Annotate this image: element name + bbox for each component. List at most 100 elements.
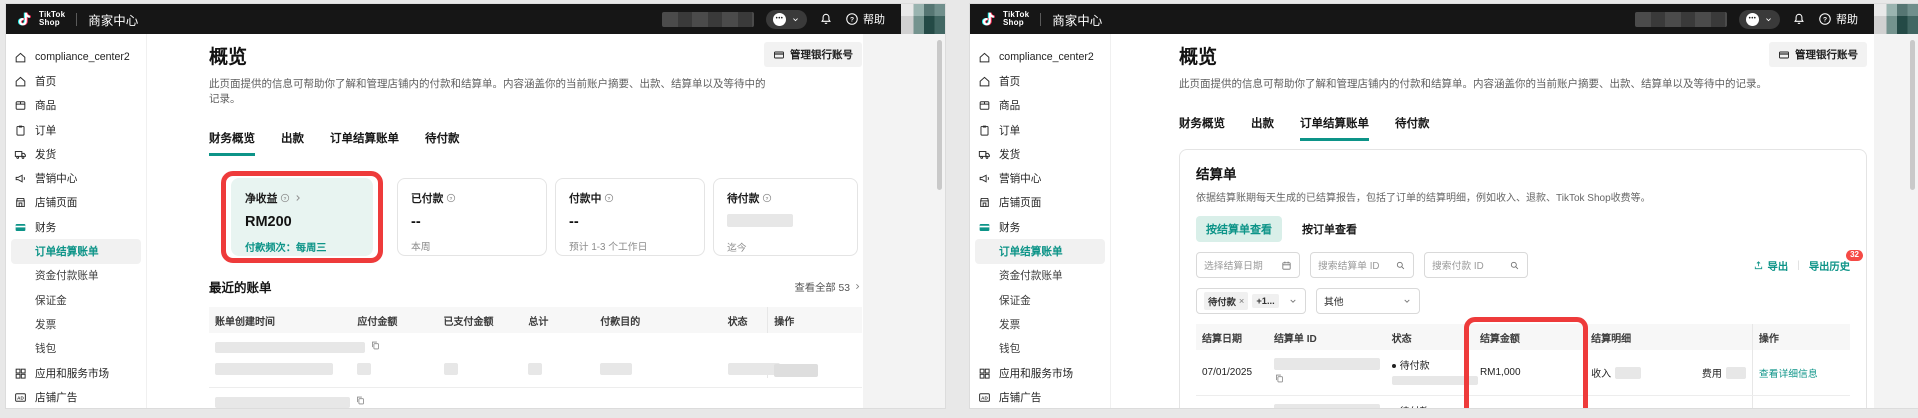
copy-icon[interactable]: [355, 395, 366, 408]
tab-finance-overview[interactable]: 财务概览: [209, 130, 255, 156]
pending-payment-card: 待付款 迄今: [713, 178, 858, 256]
status-filter-select[interactable]: 待付款× +1...: [1196, 288, 1306, 314]
sidebar-item-marketing[interactable]: 营销中心: [6, 166, 146, 190]
copy-icon[interactable]: [1274, 376, 1285, 387]
sidebar-item-orders[interactable]: 订单: [6, 118, 146, 142]
tab-order-statements[interactable]: 订单结算账单: [1300, 115, 1369, 141]
info-icon[interactable]: [604, 193, 614, 203]
sidebar-item-invoice[interactable]: 发票: [6, 312, 146, 336]
sidebar-item-label: 商品: [999, 98, 1020, 113]
settlement-id-search-input[interactable]: 搜索结算单 ID: [1310, 252, 1414, 278]
table-row[interactable]: 07/02/2025 待付款 -RM800 收入 费用 查看详细信息: [1196, 396, 1850, 408]
copy-icon[interactable]: [370, 340, 381, 354]
info-icon[interactable]: [280, 193, 290, 203]
sidebar-item-products[interactable]: 商品: [6, 94, 146, 118]
sidebar-item-home[interactable]: 首页: [6, 69, 146, 93]
help-button[interactable]: 帮助: [1818, 11, 1858, 27]
sidebar-item-shipping[interactable]: 发货: [6, 142, 146, 166]
sidebar-item-finance[interactable]: 财务: [970, 215, 1110, 239]
sidebar-item-label: 店铺广告: [999, 390, 1041, 405]
recent-bills-table: 账单创建时间 应付金额 已支付金额 总计 付款目的 状态 操作: [209, 307, 862, 408]
sidebar-item-label: 发票: [35, 317, 56, 332]
sidebar-item-wallet[interactable]: 钱包: [6, 337, 146, 361]
messages-button[interactable]: •••: [1739, 10, 1780, 29]
sidebar-item-orders[interactable]: 订单: [970, 118, 1110, 142]
home-icon: [14, 51, 27, 64]
redacted-cell: [215, 363, 333, 375]
remove-tag-icon[interactable]: ×: [1239, 296, 1244, 306]
settlement-date-input[interactable]: 选择结算日期: [1196, 252, 1300, 278]
scrollbar[interactable]: [937, 40, 942, 190]
sidebar-item-home[interactable]: 首页: [970, 69, 1110, 93]
payment-id-search-input[interactable]: 搜索付款 ID: [1424, 252, 1528, 278]
table-row[interactable]: 07/01/2025 待付款 RM1,000 收入 费用 查看详细信息: [1196, 350, 1850, 396]
other-filter-select[interactable]: 其他: [1316, 288, 1420, 314]
tab-pending-payment[interactable]: 待付款: [425, 130, 460, 156]
help-button[interactable]: 帮助: [845, 11, 885, 27]
filters-row-2: 待付款× +1... 其他: [1196, 288, 1850, 314]
sidebar-item-shop-ads[interactable]: 店铺广告: [970, 385, 1110, 408]
sidebar: compliance_center2 首页 商品 订单 发货 营销中心 店铺页面…: [970, 34, 1111, 408]
net-earnings-card[interactable]: 净收益 RM200 付款频次：每周三: [231, 178, 373, 256]
storefront-icon: [978, 196, 991, 209]
export-button[interactable]: 导出: [1753, 258, 1789, 273]
export-history-button[interactable]: 导出历史32: [1809, 258, 1850, 273]
info-icon[interactable]: [446, 193, 456, 203]
view-details-link[interactable]: 查看详细信息: [1759, 366, 1818, 380]
tab-payouts[interactable]: 出款: [281, 130, 304, 156]
tab-finance-overview[interactable]: 财务概览: [1179, 115, 1225, 141]
merchant-center-window-order-statements: TikTokShop 商家中心 ••• 帮助 compliance_center…: [970, 4, 1918, 408]
avatar[interactable]: [1874, 4, 1918, 34]
redacted-cell: [357, 363, 371, 375]
settlement-id-cell: [1268, 358, 1386, 387]
sidebar-item-order-statements[interactable]: 订单结算账单: [975, 239, 1105, 263]
apps-icon: [14, 367, 27, 380]
view-by-order-toggle[interactable]: 按订单查看: [1302, 221, 1357, 237]
sidebar-item-label: 财务: [999, 220, 1020, 235]
status-tag-label: 待付款: [1208, 294, 1236, 308]
info-icon[interactable]: [762, 193, 772, 203]
scrollbar[interactable]: [1910, 40, 1915, 190]
sidebar-item-finance[interactable]: 财务: [6, 215, 146, 239]
sidebar-item-invoice[interactable]: 发票: [970, 312, 1110, 336]
card-value: --: [411, 214, 533, 230]
status-tag[interactable]: 待付款×: [1204, 292, 1248, 310]
view-all-link[interactable]: 查看全部 53: [794, 279, 862, 294]
tab-order-statements[interactable]: 订单结算账单: [330, 130, 399, 156]
chat-icon: •••: [1746, 13, 1759, 26]
sidebar-item-app-market[interactable]: 应用和服务市场: [970, 361, 1110, 385]
sidebar-item-shipping[interactable]: 发货: [970, 142, 1110, 166]
sidebar-item-fund-payment-bills[interactable]: 资金付款账单: [6, 264, 146, 288]
sidebar-item-app-market[interactable]: 应用和服务市场: [6, 361, 146, 385]
manage-bank-account-button[interactable]: 管理银行账号: [764, 42, 862, 67]
sidebar-item-shop-ads[interactable]: 店铺广告: [6, 385, 146, 408]
sidebar-item-compliance-center[interactable]: compliance_center2: [6, 45, 146, 69]
messages-button[interactable]: •••: [766, 10, 807, 29]
table-row[interactable]: [209, 333, 862, 388]
status-cell: 待付款: [1386, 403, 1474, 408]
sidebar-item-deposit[interactable]: 保证金: [970, 288, 1110, 312]
home-icon: [978, 51, 991, 64]
card-title: 净收益: [245, 190, 277, 206]
col-header: 应付金额: [351, 313, 437, 328]
sidebar-item-compliance-center[interactable]: compliance_center2: [970, 45, 1110, 69]
fee-label: 费用: [1702, 365, 1722, 380]
table-row[interactable]: [209, 388, 862, 408]
merchant-center-window-finance-overview: TikTokShop 商家中心 ••• 帮助 compliance_center…: [6, 4, 945, 408]
sidebar-item-fund-payment-bills[interactable]: 资金付款账单: [970, 264, 1110, 288]
sidebar-item-wallet[interactable]: 钱包: [970, 337, 1110, 361]
sidebar-item-deposit[interactable]: 保证金: [6, 288, 146, 312]
sidebar-item-products[interactable]: 商品: [970, 94, 1110, 118]
card-subtext: 预计 1-3 个工作日: [569, 239, 691, 253]
notifications-button[interactable]: [1792, 12, 1806, 26]
tab-pending-payment[interactable]: 待付款: [1395, 115, 1430, 141]
sidebar-item-shop-page[interactable]: 店铺页面: [970, 191, 1110, 215]
sidebar-item-order-statements[interactable]: 订单结算账单: [11, 239, 141, 263]
view-by-statement-toggle[interactable]: 按结算单查看: [1196, 216, 1282, 242]
sidebar-item-shop-page[interactable]: 店铺页面: [6, 191, 146, 215]
tab-payouts[interactable]: 出款: [1251, 115, 1274, 141]
avatar[interactable]: [901, 4, 945, 34]
manage-bank-account-button[interactable]: 管理银行账号: [1769, 42, 1867, 67]
notifications-button[interactable]: [819, 12, 833, 26]
sidebar-item-marketing[interactable]: 营销中心: [970, 166, 1110, 190]
